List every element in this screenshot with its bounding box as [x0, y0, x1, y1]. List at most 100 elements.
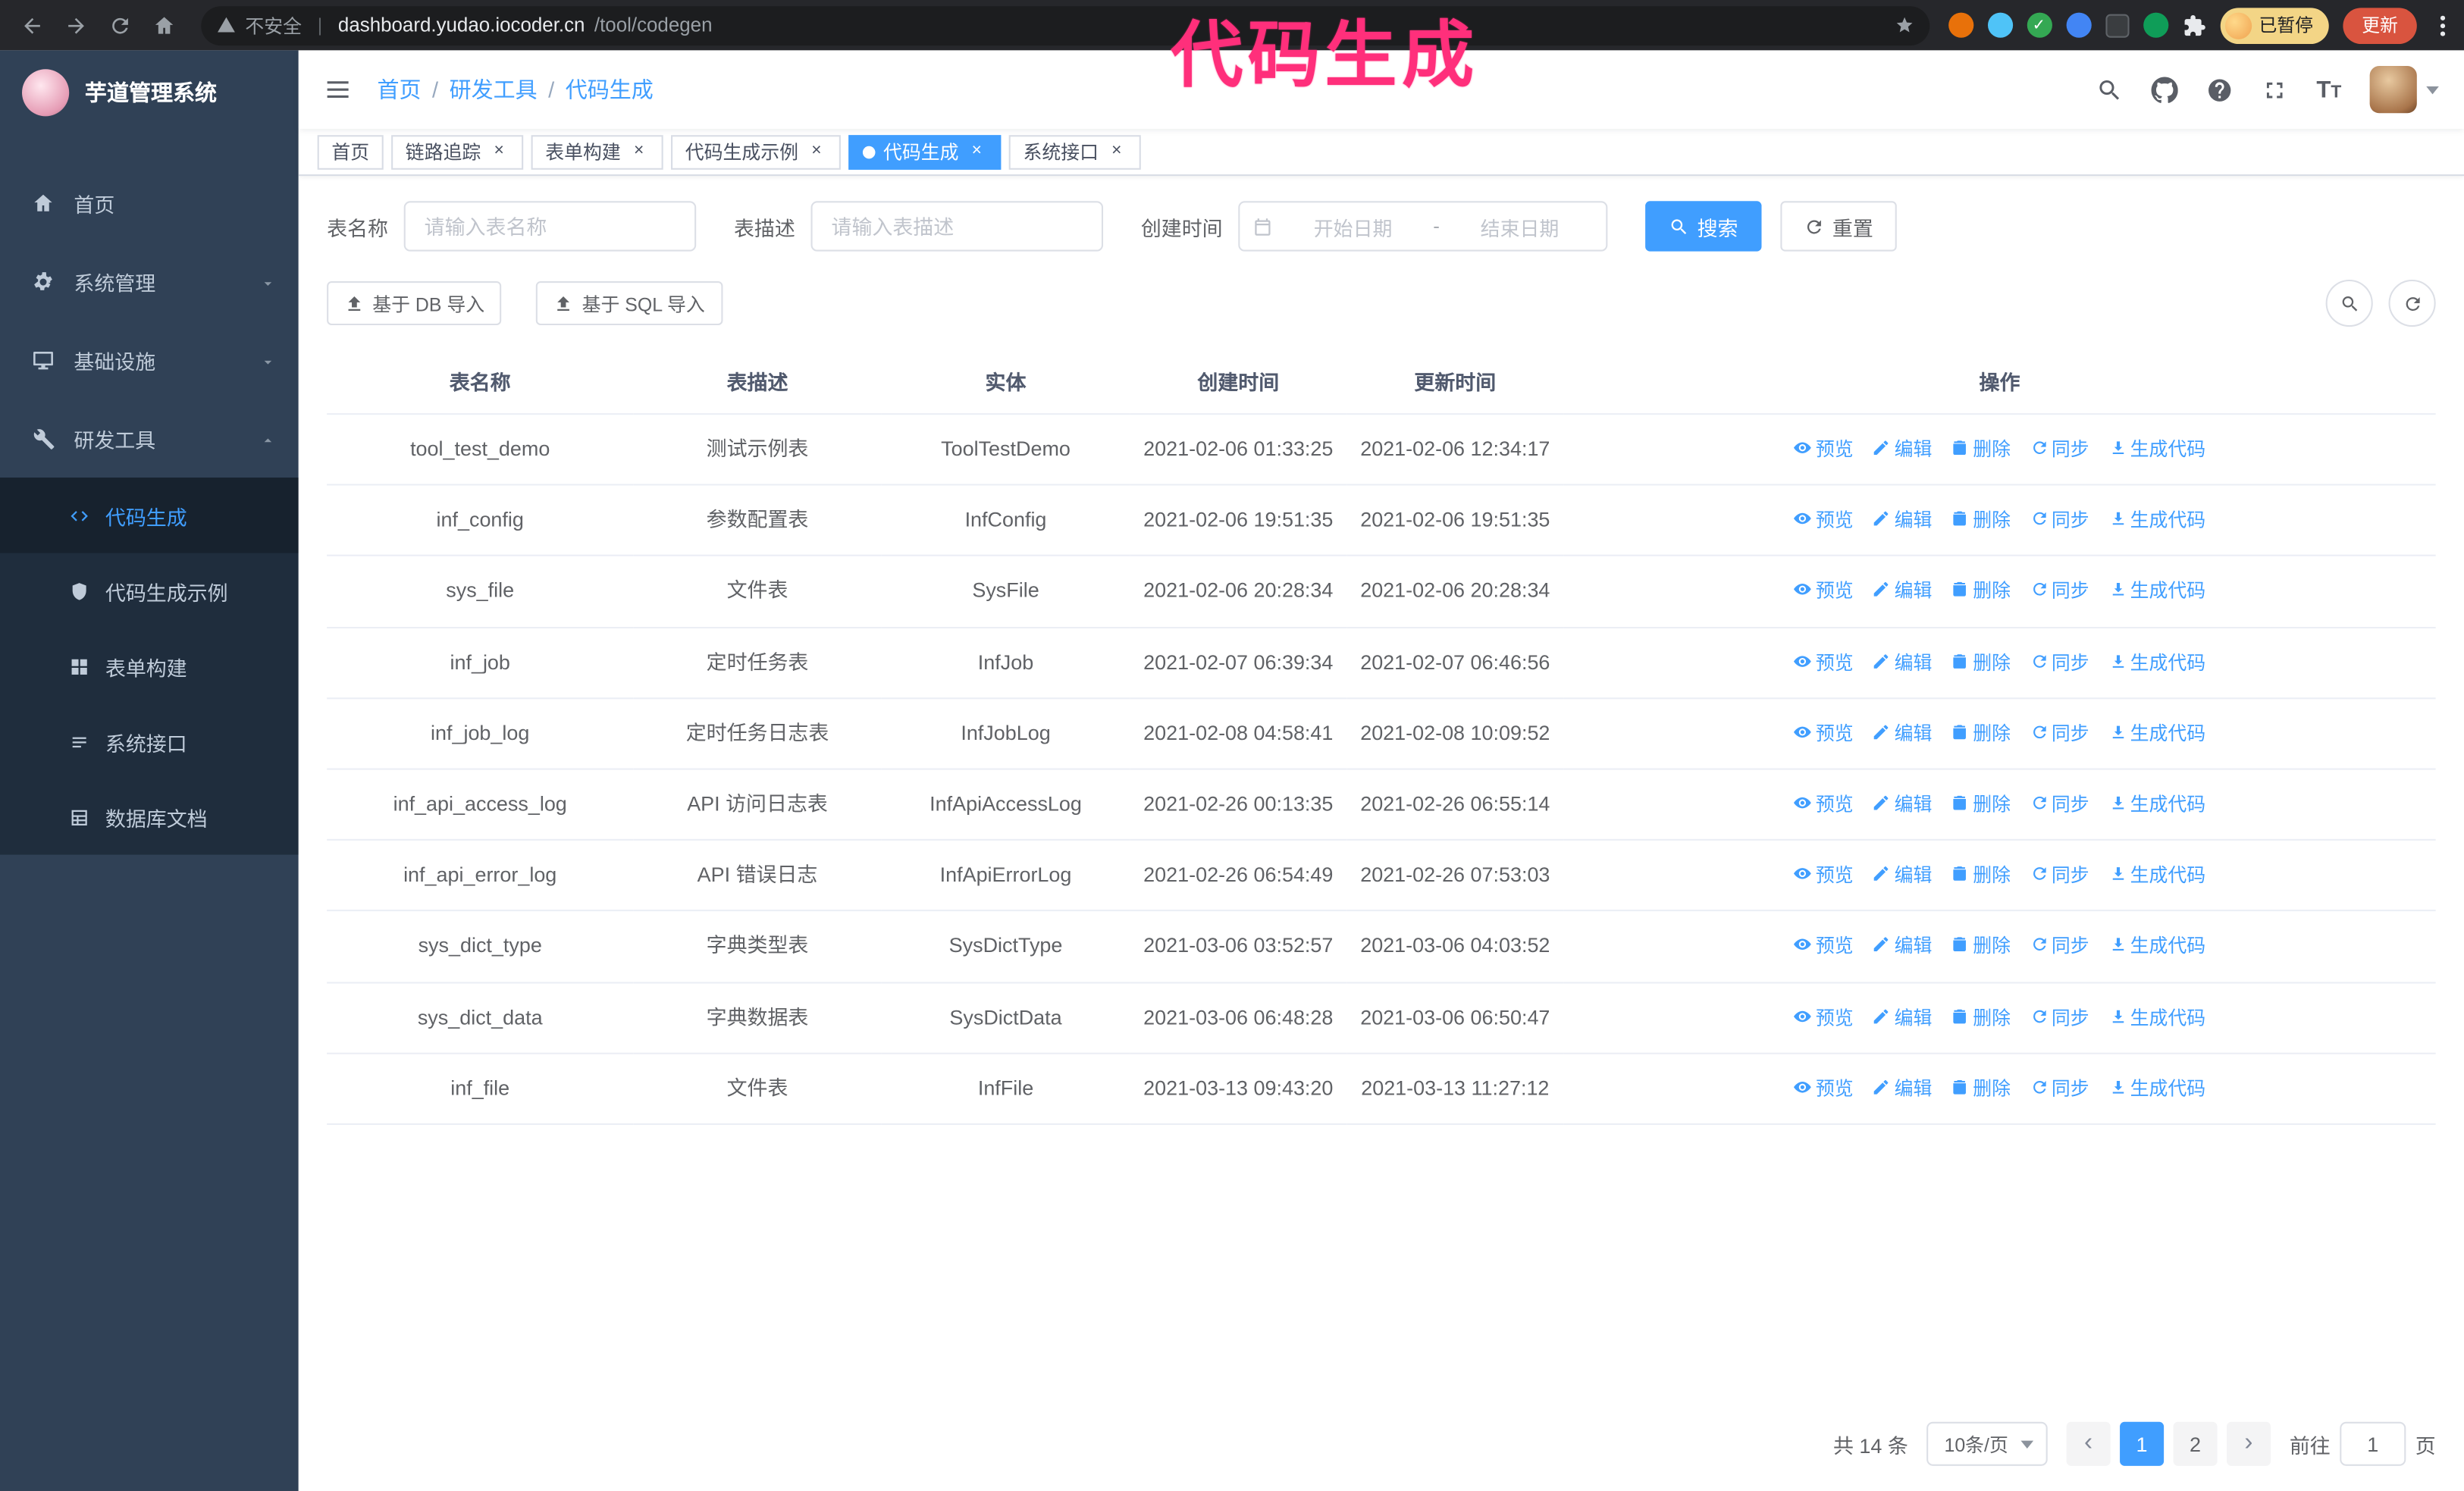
- preview-link[interactable]: 预览: [1794, 581, 1854, 603]
- preview-link[interactable]: 预览: [1794, 1007, 1854, 1029]
- edit-link[interactable]: 编辑: [1873, 1077, 1932, 1099]
- generate-code-link[interactable]: 生成代码: [2108, 1007, 2205, 1029]
- search-button[interactable]: 搜索: [1645, 201, 1762, 252]
- delete-link[interactable]: 删除: [1951, 1077, 2011, 1099]
- extension-icon-drop[interactable]: [1986, 12, 2013, 38]
- next-page-button[interactable]: ›: [2226, 1421, 2271, 1466]
- edit-link[interactable]: 编辑: [1873, 438, 1932, 460]
- generate-code-link[interactable]: 生成代码: [2108, 651, 2205, 673]
- sync-link[interactable]: 同步: [2030, 581, 2089, 603]
- delete-link[interactable]: 删除: [1951, 864, 2011, 886]
- tab-close-icon[interactable]: ×: [629, 142, 649, 162]
- sidebar-item-home[interactable]: 首页: [0, 164, 299, 243]
- preview-link[interactable]: 预览: [1794, 935, 1854, 957]
- extension-icon-check[interactable]: ✓: [2026, 12, 2052, 38]
- edit-link[interactable]: 编辑: [1873, 722, 1932, 744]
- reload-icon[interactable]: [101, 6, 139, 44]
- sync-link[interactable]: 同步: [2030, 1007, 2089, 1029]
- table-name-input[interactable]: [403, 201, 697, 252]
- table-desc-input[interactable]: [810, 201, 1104, 252]
- extension-icon-people[interactable]: [2065, 12, 2091, 38]
- sidebar-item-codegen[interactable]: 代码生成: [0, 478, 299, 553]
- breadcrumb-home[interactable]: 首页: [377, 74, 421, 105]
- edit-link[interactable]: 编辑: [1873, 509, 1932, 531]
- delete-link[interactable]: 删除: [1951, 581, 2011, 603]
- search-icon[interactable]: [2096, 77, 2123, 103]
- sync-link[interactable]: 同步: [2030, 722, 2089, 744]
- preview-link[interactable]: 预览: [1794, 722, 1854, 744]
- generate-code-link[interactable]: 生成代码: [2108, 935, 2205, 957]
- goto-page-input[interactable]: [2340, 1421, 2406, 1466]
- preview-link[interactable]: 预览: [1794, 794, 1854, 816]
- sidebar-item-system-api[interactable]: 系统接口: [0, 704, 299, 779]
- edit-link[interactable]: 编辑: [1873, 864, 1932, 886]
- preview-link[interactable]: 预览: [1794, 438, 1854, 460]
- tab-close-icon[interactable]: ×: [967, 142, 987, 162]
- fullscreen-icon[interactable]: [2262, 77, 2288, 103]
- sync-link[interactable]: 同步: [2030, 935, 2089, 957]
- page-button-2[interactable]: 2: [2173, 1421, 2218, 1466]
- tab-form-builder[interactable]: 表单构建 ×: [531, 134, 663, 169]
- preview-link[interactable]: 预览: [1794, 1077, 1854, 1099]
- help-icon[interactable]: [2206, 77, 2233, 103]
- sync-link[interactable]: 同步: [2030, 438, 2089, 460]
- tab-close-icon[interactable]: ×: [1106, 142, 1127, 162]
- bookmark-star-icon[interactable]: [1895, 16, 1914, 35]
- tab-codegen[interactable]: 代码生成 ×: [848, 134, 1002, 169]
- extension-icon-fox[interactable]: [1948, 12, 1973, 38]
- sidebar-logo[interactable]: 芋道管理系统: [0, 50, 299, 135]
- preview-link[interactable]: 预览: [1794, 864, 1854, 886]
- extension-icon-leaf[interactable]: [2143, 12, 2168, 38]
- sidebar-item-db-doc[interactable]: 数据库文档: [0, 779, 299, 854]
- extension-icon-dark[interactable]: [2105, 13, 2129, 37]
- forward-icon[interactable]: [57, 6, 95, 44]
- tab-close-icon[interactable]: ×: [489, 142, 509, 162]
- sidebar-item-form-builder[interactable]: 表单构建: [0, 628, 299, 703]
- edit-link[interactable]: 编辑: [1873, 581, 1932, 603]
- github-icon[interactable]: [2151, 76, 2178, 103]
- sync-link[interactable]: 同步: [2030, 1077, 2089, 1099]
- url-bar[interactable]: 不安全 | dashboard.yudao.iocoder.cn/tool/co…: [201, 5, 1930, 45]
- browser-menu-icon[interactable]: [2434, 14, 2452, 36]
- refresh-table-button[interactable]: [2388, 279, 2436, 327]
- tab-close-icon[interactable]: ×: [806, 142, 826, 162]
- delete-link[interactable]: 删除: [1951, 935, 2011, 957]
- sidebar-item-codegen-example[interactable]: 代码生成示例: [0, 553, 299, 628]
- generate-code-link[interactable]: 生成代码: [2108, 509, 2205, 531]
- reset-button[interactable]: 重置: [1780, 201, 1897, 252]
- date-range-picker[interactable]: 开始日期 - 结束日期: [1238, 201, 1608, 252]
- page-button-1[interactable]: 1: [2120, 1421, 2165, 1466]
- browser-update-button[interactable]: 更新: [2343, 7, 2417, 43]
- back-icon[interactable]: [13, 6, 51, 44]
- delete-link[interactable]: 删除: [1951, 651, 2011, 673]
- sync-link[interactable]: 同步: [2030, 651, 2089, 673]
- delete-link[interactable]: 删除: [1951, 722, 2011, 744]
- sidebar-item-devtools[interactable]: 研发工具: [0, 399, 299, 478]
- tab-system-api[interactable]: 系统接口 ×: [1008, 134, 1141, 169]
- generate-code-link[interactable]: 生成代码: [2108, 1077, 2205, 1099]
- font-size-icon[interactable]: TT: [2316, 77, 2341, 103]
- user-menu[interactable]: [2369, 66, 2439, 114]
- home-icon[interactable]: [145, 6, 183, 44]
- generate-code-link[interactable]: 生成代码: [2108, 864, 2205, 886]
- import-sql-button[interactable]: 基于 SQL 导入: [536, 281, 723, 326]
- extensions-puzzle-icon[interactable]: [2182, 14, 2205, 37]
- preview-link[interactable]: 预览: [1794, 509, 1854, 531]
- page-size-select[interactable]: 10条/页: [1926, 1421, 2048, 1466]
- generate-code-link[interactable]: 生成代码: [2108, 722, 2205, 744]
- delete-link[interactable]: 删除: [1951, 438, 2011, 460]
- delete-link[interactable]: 删除: [1951, 794, 2011, 816]
- prev-page-button[interactable]: ‹: [2066, 1421, 2111, 1466]
- sidebar-item-system[interactable]: 系统管理: [0, 242, 299, 321]
- edit-link[interactable]: 编辑: [1873, 935, 1932, 957]
- delete-link[interactable]: 删除: [1951, 1007, 2011, 1029]
- edit-link[interactable]: 编辑: [1873, 1007, 1932, 1029]
- toggle-search-button[interactable]: [2325, 279, 2373, 327]
- import-db-button[interactable]: 基于 DB 导入: [327, 281, 502, 326]
- edit-link[interactable]: 编辑: [1873, 794, 1932, 816]
- tab-home[interactable]: 首页: [317, 134, 384, 169]
- generate-code-link[interactable]: 生成代码: [2108, 438, 2205, 460]
- generate-code-link[interactable]: 生成代码: [2108, 794, 2205, 816]
- tab-codegen-example[interactable]: 代码生成示例 ×: [671, 134, 842, 169]
- sync-link[interactable]: 同步: [2030, 509, 2089, 531]
